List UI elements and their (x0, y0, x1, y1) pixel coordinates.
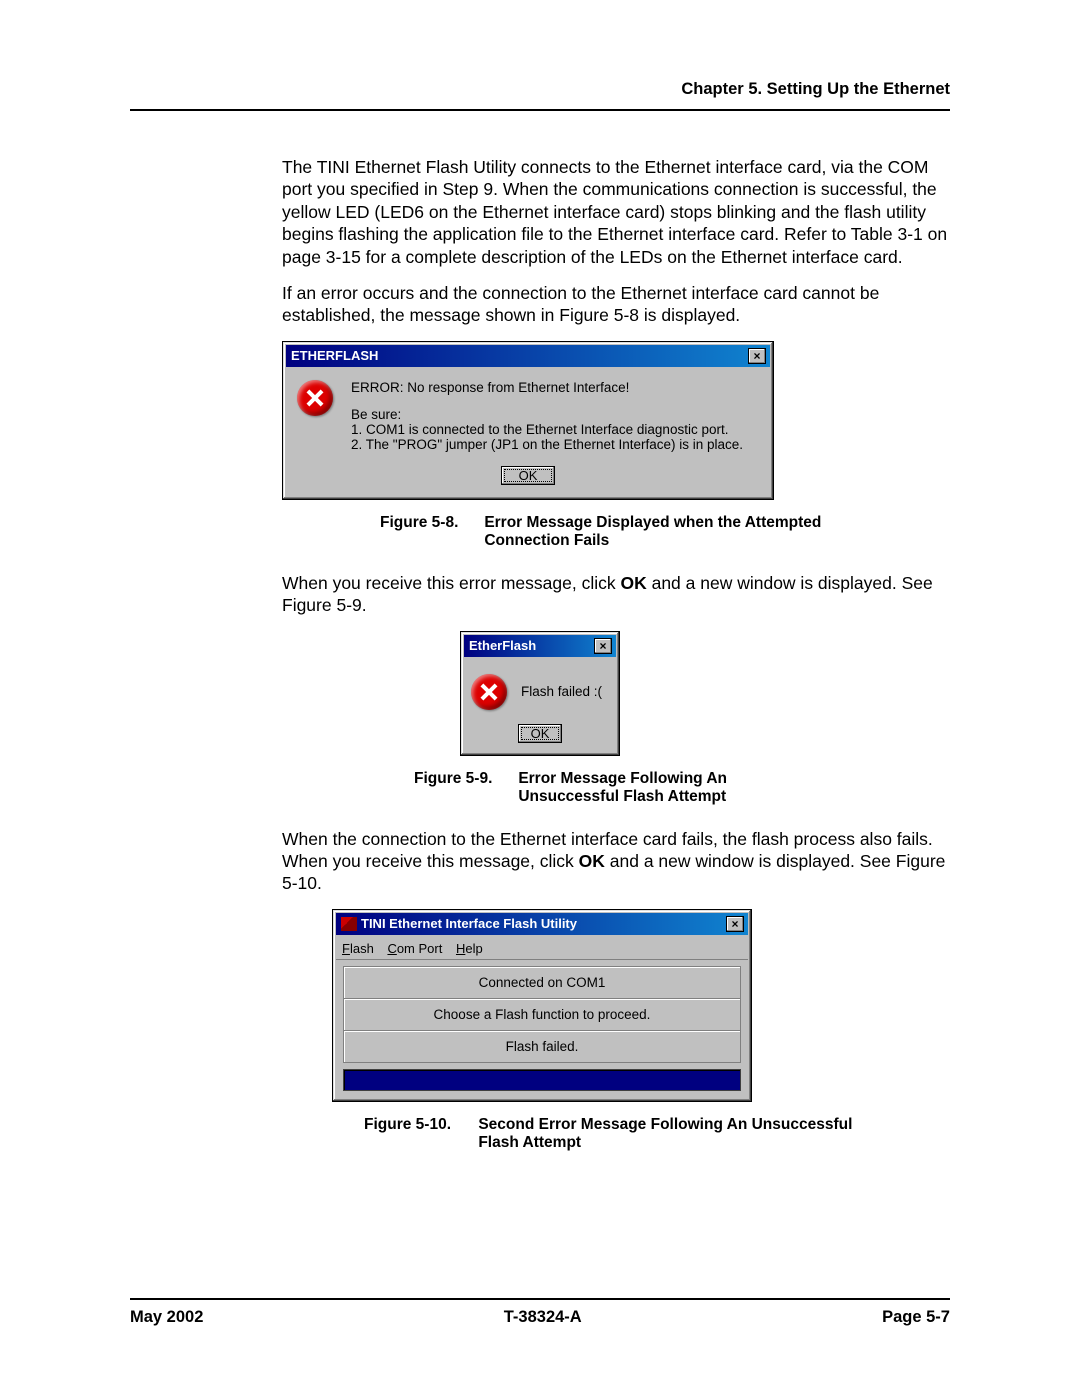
paragraph-4: When the connection to the Ethernet inte… (282, 828, 950, 895)
progress-bar (343, 1069, 741, 1091)
dialog1-line1: ERROR: No response from Ethernet Interfa… (351, 380, 759, 395)
dialog1-line2: Be sure: (351, 407, 759, 422)
close-icon[interactable]: × (594, 638, 612, 654)
status-line-1: Connected on COM1 (344, 967, 740, 999)
dialog2-msg: Flash failed :( (521, 684, 602, 699)
error-icon (471, 674, 507, 710)
figure-5-9-caption: Figure 5-9. Error Message Following An U… (414, 770, 950, 806)
close-icon[interactable]: × (748, 348, 766, 364)
footer-date: May 2002 (130, 1308, 203, 1327)
ok-button[interactable]: OK (518, 724, 563, 743)
dialog1-titlebar: ETHERFLASH × (286, 345, 770, 367)
dialog2-title: EtherFlash (469, 638, 536, 653)
ok-button[interactable]: OK (501, 466, 556, 485)
error-icon (297, 380, 333, 416)
app-icon (341, 917, 357, 931)
figure-5-8-caption: Figure 5-8. Error Message Displayed when… (380, 514, 950, 550)
dialog1-line4: 2. The "PROG" jumper (JP1 on the Etherne… (351, 437, 759, 452)
paragraph-2: If an error occurs and the connection to… (282, 282, 950, 327)
dialog2-titlebar: EtherFlash × (464, 635, 616, 657)
menu-bar: Flash Com Port Help (336, 938, 748, 960)
dialog3-title: TINI Ethernet Interface Flash Utility (361, 916, 577, 931)
dialog1-title: ETHERFLASH (291, 348, 378, 363)
menu-help[interactable]: Help (456, 941, 483, 956)
status-line-3: Flash failed. (344, 1031, 740, 1062)
dialog3-titlebar: TINI Ethernet Interface Flash Utility × (336, 913, 748, 935)
header-rule (130, 109, 950, 111)
dialog1-line3: 1. COM1 is connected to the Ethernet Int… (351, 422, 759, 437)
figure-5-10-caption: Figure 5-10. Second Error Message Follow… (364, 1116, 950, 1152)
menu-comport[interactable]: Com Port (387, 941, 442, 956)
status-line-2: Choose a Flash function to proceed. (344, 999, 740, 1031)
page-header: Chapter 5. Setting Up the Ethernet (130, 80, 950, 99)
etherflash-error-dialog: ETHERFLASH × ERROR: No response from Eth… (282, 341, 774, 500)
menu-flash[interactable]: Flash (342, 941, 374, 956)
page-footer: May 2002 T-38324-A Page 5-7 (130, 1298, 950, 1327)
paragraph-1: The TINI Ethernet Flash Utility connects… (282, 156, 950, 268)
paragraph-3: When you receive this error message, cli… (282, 572, 950, 617)
etherflash-fail-dialog: EtherFlash × Flash failed :( OK (460, 631, 620, 756)
footer-docnum: T-38324-A (504, 1308, 582, 1327)
tini-flash-utility-window: TINI Ethernet Interface Flash Utility × … (332, 909, 752, 1102)
status-panel: Connected on COM1 Choose a Flash functio… (343, 966, 741, 1063)
footer-page: Page 5-7 (882, 1308, 950, 1327)
close-icon[interactable]: × (726, 916, 744, 932)
